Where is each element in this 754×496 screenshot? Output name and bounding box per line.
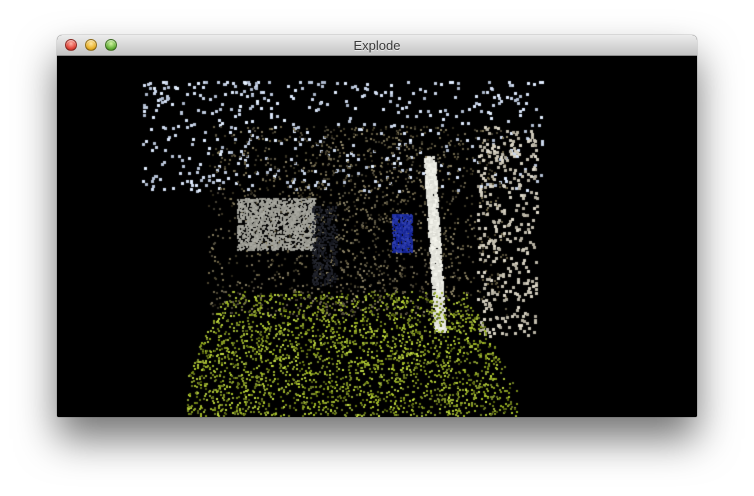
point-cloud-viewport[interactable] bbox=[57, 56, 697, 417]
window-title: Explode bbox=[353, 38, 401, 53]
point-cloud-canvas[interactable] bbox=[57, 56, 697, 417]
app-window: Explode bbox=[57, 35, 697, 417]
title-bar[interactable]: Explode bbox=[57, 35, 697, 56]
